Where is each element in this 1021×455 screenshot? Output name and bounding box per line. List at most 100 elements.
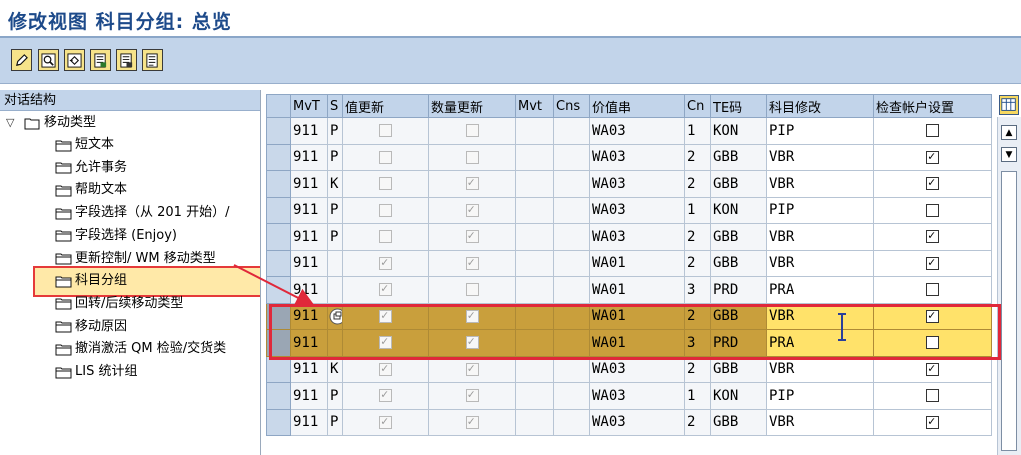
tree-node[interactable]: 移动原因 [55,316,127,338]
column-header[interactable]: Cns [553,94,590,118]
table-row[interactable]: 911 P ✓ WA03 2 GBB VBR ✓ [266,223,992,251]
edit-pencil-button[interactable] [11,49,32,71]
tree-node[interactable]: 更新控制/ WM 移动类型 [55,248,216,270]
column-header[interactable]: Cn [684,94,711,118]
cell-account-modifier[interactable]: VBR [766,302,874,330]
cell-account-modifier[interactable]: VBR [766,249,874,277]
vertical-scrollbar[interactable]: ▲ ▼ [997,117,1021,455]
checkbox[interactable]: ✓ [926,149,939,164]
tree-node[interactable]: 短文本 [55,134,114,156]
cell-check-account[interactable] [873,382,992,410]
column-header[interactable]: TE码 [710,94,767,118]
row-selector-header[interactable] [266,94,291,118]
checkbox[interactable]: ✓ [926,308,939,323]
column-header[interactable]: 值更新 [342,94,429,118]
tree-node[interactable]: 字段选择 (Enjoy) [55,225,177,247]
cell-check-account[interactable]: ✓ [873,170,992,198]
row-selector[interactable] [266,329,291,357]
table-row[interactable]: 911 P WA03 2 GBB VBR ✓ [266,143,992,171]
row-selector[interactable] [266,223,291,251]
cell-check-account[interactable] [873,196,992,224]
cell-check-account[interactable] [873,276,992,304]
table-row[interactable]: 911 P ✓ ✓ WA03 1 KON PIP [266,382,992,410]
row-selector[interactable] [266,276,291,304]
row-selector[interactable] [266,408,291,436]
table-row[interactable]: 911 K ✓ ✓ WA03 2 GBB VBR ✓ [266,355,992,383]
column-header[interactable]: 检查帐户设置 [873,94,992,118]
cell-check-account[interactable]: ✓ [873,223,992,251]
row-selector[interactable] [266,382,291,410]
tree-node[interactable]: 允许事务 [55,157,127,179]
row-selector[interactable] [266,302,291,330]
cell-account-modifier[interactable]: PIP [766,196,874,224]
tree-node[interactable]: LIS 统计组 [55,361,137,383]
cell-check-account[interactable]: ✓ [873,143,992,171]
table-settings-button[interactable] [999,95,1019,115]
column-header[interactable]: 科目修改 [766,94,874,118]
checkbox[interactable]: ✓ [926,228,939,244]
delete-entry-button[interactable] [116,49,137,71]
table-row[interactable]: 911 ✓ ✓ WA01 2 GBB VBR ✓ [266,302,992,330]
cell-value-string: WA03 [589,223,685,251]
checkbox[interactable] [926,389,939,403]
tree-node[interactable]: 科目分组 [55,270,127,292]
cell-account-modifier[interactable]: PRA [766,329,874,357]
tree-node[interactable]: 回转/后续移动类型 [55,293,183,315]
tree-node[interactable]: 帮助文本 [55,179,127,201]
scroll-up-button[interactable]: ▲ [1001,125,1017,140]
cell-check-account[interactable]: ✓ [873,302,992,330]
select-all-button[interactable] [142,49,163,71]
tree-node[interactable]: 字段选择（从 201 开始）/ [55,202,229,224]
cell-mvt2 [515,302,554,330]
tree-node[interactable]: 撤消激活 QM 检验/交货类 [55,338,226,360]
checkbox[interactable] [926,336,939,350]
column-header[interactable]: 价值串 [589,94,685,118]
row-selector[interactable] [266,143,291,171]
cell-account-modifier[interactable]: PRA [766,276,874,304]
checkbox[interactable] [926,124,939,138]
table-row[interactable]: 911 K ✓ WA03 2 GBB VBR ✓ [266,170,992,198]
row-selector[interactable] [266,170,291,198]
scrollbar-thumb[interactable] [1001,171,1017,451]
tree-root-movement-type[interactable]: ▽ 移动类型 [6,112,96,134]
cell-account-modifier[interactable]: VBR [766,408,874,436]
table-row[interactable]: 911 P ✓ WA03 1 KON PIP [266,196,992,224]
checkbox[interactable]: ✓ [926,255,939,270]
table-row[interactable]: 911 ✓ WA01 3 PRD PRA [266,276,992,304]
row-selector[interactable] [266,249,291,277]
column-header[interactable]: MvT [290,94,328,118]
cell-check-account[interactable]: ✓ [873,355,992,383]
row-selector[interactable] [266,355,291,383]
table-row[interactable]: 911 P WA03 1 KON PIP [266,117,992,145]
checkbox[interactable] [926,203,939,217]
column-header[interactable]: S [327,94,343,118]
checkbox[interactable]: ✓ [926,175,939,191]
checkbox[interactable]: ✓ [926,414,939,429]
cell-check-account[interactable] [873,117,992,145]
table-row[interactable]: 911 P ✓ ✓ WA03 2 GBB VBR ✓ [266,408,992,436]
cell-account-modifier[interactable]: VBR [766,223,874,251]
cell-check-account[interactable]: ✓ [873,249,992,277]
cell-account-modifier[interactable]: VBR [766,355,874,383]
copy-entry-button[interactable] [90,49,111,71]
cell-account-modifier[interactable]: VBR [766,170,874,198]
cell-account-modifier[interactable]: VBR [766,143,874,171]
cell-check-account[interactable]: ✓ [873,408,992,436]
row-selector[interactable] [266,117,291,145]
search-button[interactable] [38,49,59,71]
cell-check-account[interactable] [873,329,992,357]
undo-button[interactable] [64,49,85,71]
checkbox [465,124,479,138]
scroll-down-button[interactable]: ▼ [1001,147,1017,162]
row-selector[interactable] [266,196,291,224]
checkbox[interactable] [926,283,939,297]
cell-account-modifier[interactable]: PIP [766,382,874,410]
collapse-toggle-icon[interactable]: ▽ [6,112,18,134]
checkbox[interactable]: ✓ [926,361,939,376]
column-header[interactable]: 数量更新 [428,94,516,118]
cell-account-modifier[interactable]: PIP [766,117,874,145]
value-help-icon[interactable] [329,308,343,325]
column-header[interactable]: Mvt [515,94,554,118]
table-row[interactable]: 911 ✓ ✓ WA01 3 PRD PRA [266,329,992,357]
table-row[interactable]: 911 ✓ ✓ WA01 2 GBB VBR ✓ [266,249,992,277]
